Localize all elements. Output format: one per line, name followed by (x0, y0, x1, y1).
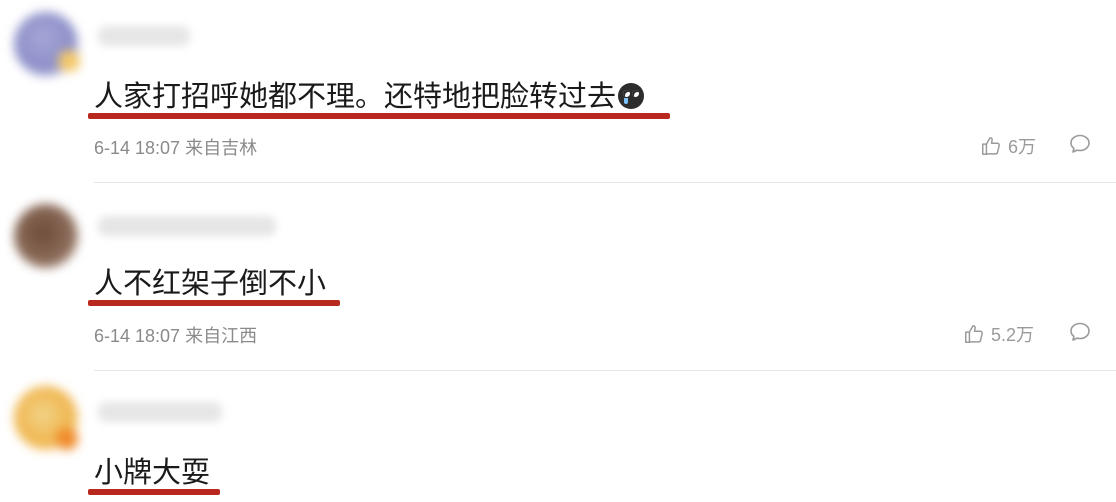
divider (94, 182, 1116, 183)
divider (94, 370, 1116, 371)
reply-button[interactable] (1068, 132, 1092, 156)
like-count: 5.2万 (991, 325, 1035, 345)
avatar[interactable] (14, 386, 78, 450)
comment-text: 人不红架子倒不小 (94, 266, 327, 300)
highlight-underline (88, 113, 670, 119)
highlight-underline (88, 300, 340, 306)
thumbs-up-icon (965, 325, 983, 343)
crying-face-icon (618, 83, 645, 109)
comment-time: 6-14 18:07 (94, 138, 181, 158)
comment-text: 人家打招呼她都不理。还特地把脸转过去 (94, 79, 645, 113)
like-button[interactable]: 5.2万 (963, 321, 1034, 347)
avatar-badge (58, 50, 80, 72)
comment-location: 来自吉林 (185, 138, 258, 158)
thumbs-up-icon (982, 137, 1000, 155)
like-count: 6万 (1008, 137, 1037, 157)
comment-meta: 6-14 18:07 来自江西 (94, 322, 257, 348)
username-blurred[interactable] (98, 216, 276, 236)
comment-meta: 6-14 18:07 来自吉林 (94, 134, 257, 160)
comment-bubble-icon (1070, 134, 1090, 153)
comment-location: 来自江西 (185, 326, 258, 346)
username-blurred[interactable] (98, 402, 222, 422)
username-blurred[interactable] (98, 26, 190, 46)
comment-bubble-icon (1070, 322, 1090, 341)
avatar-badge (56, 428, 78, 450)
avatar[interactable] (14, 12, 80, 76)
highlight-underline (88, 489, 220, 495)
comment-text: 小牌大耍 (94, 455, 211, 489)
avatar[interactable] (14, 204, 78, 268)
like-button[interactable]: 6万 (980, 133, 1036, 159)
comment-time: 6-14 18:07 (94, 326, 181, 346)
reply-button[interactable] (1068, 320, 1092, 344)
